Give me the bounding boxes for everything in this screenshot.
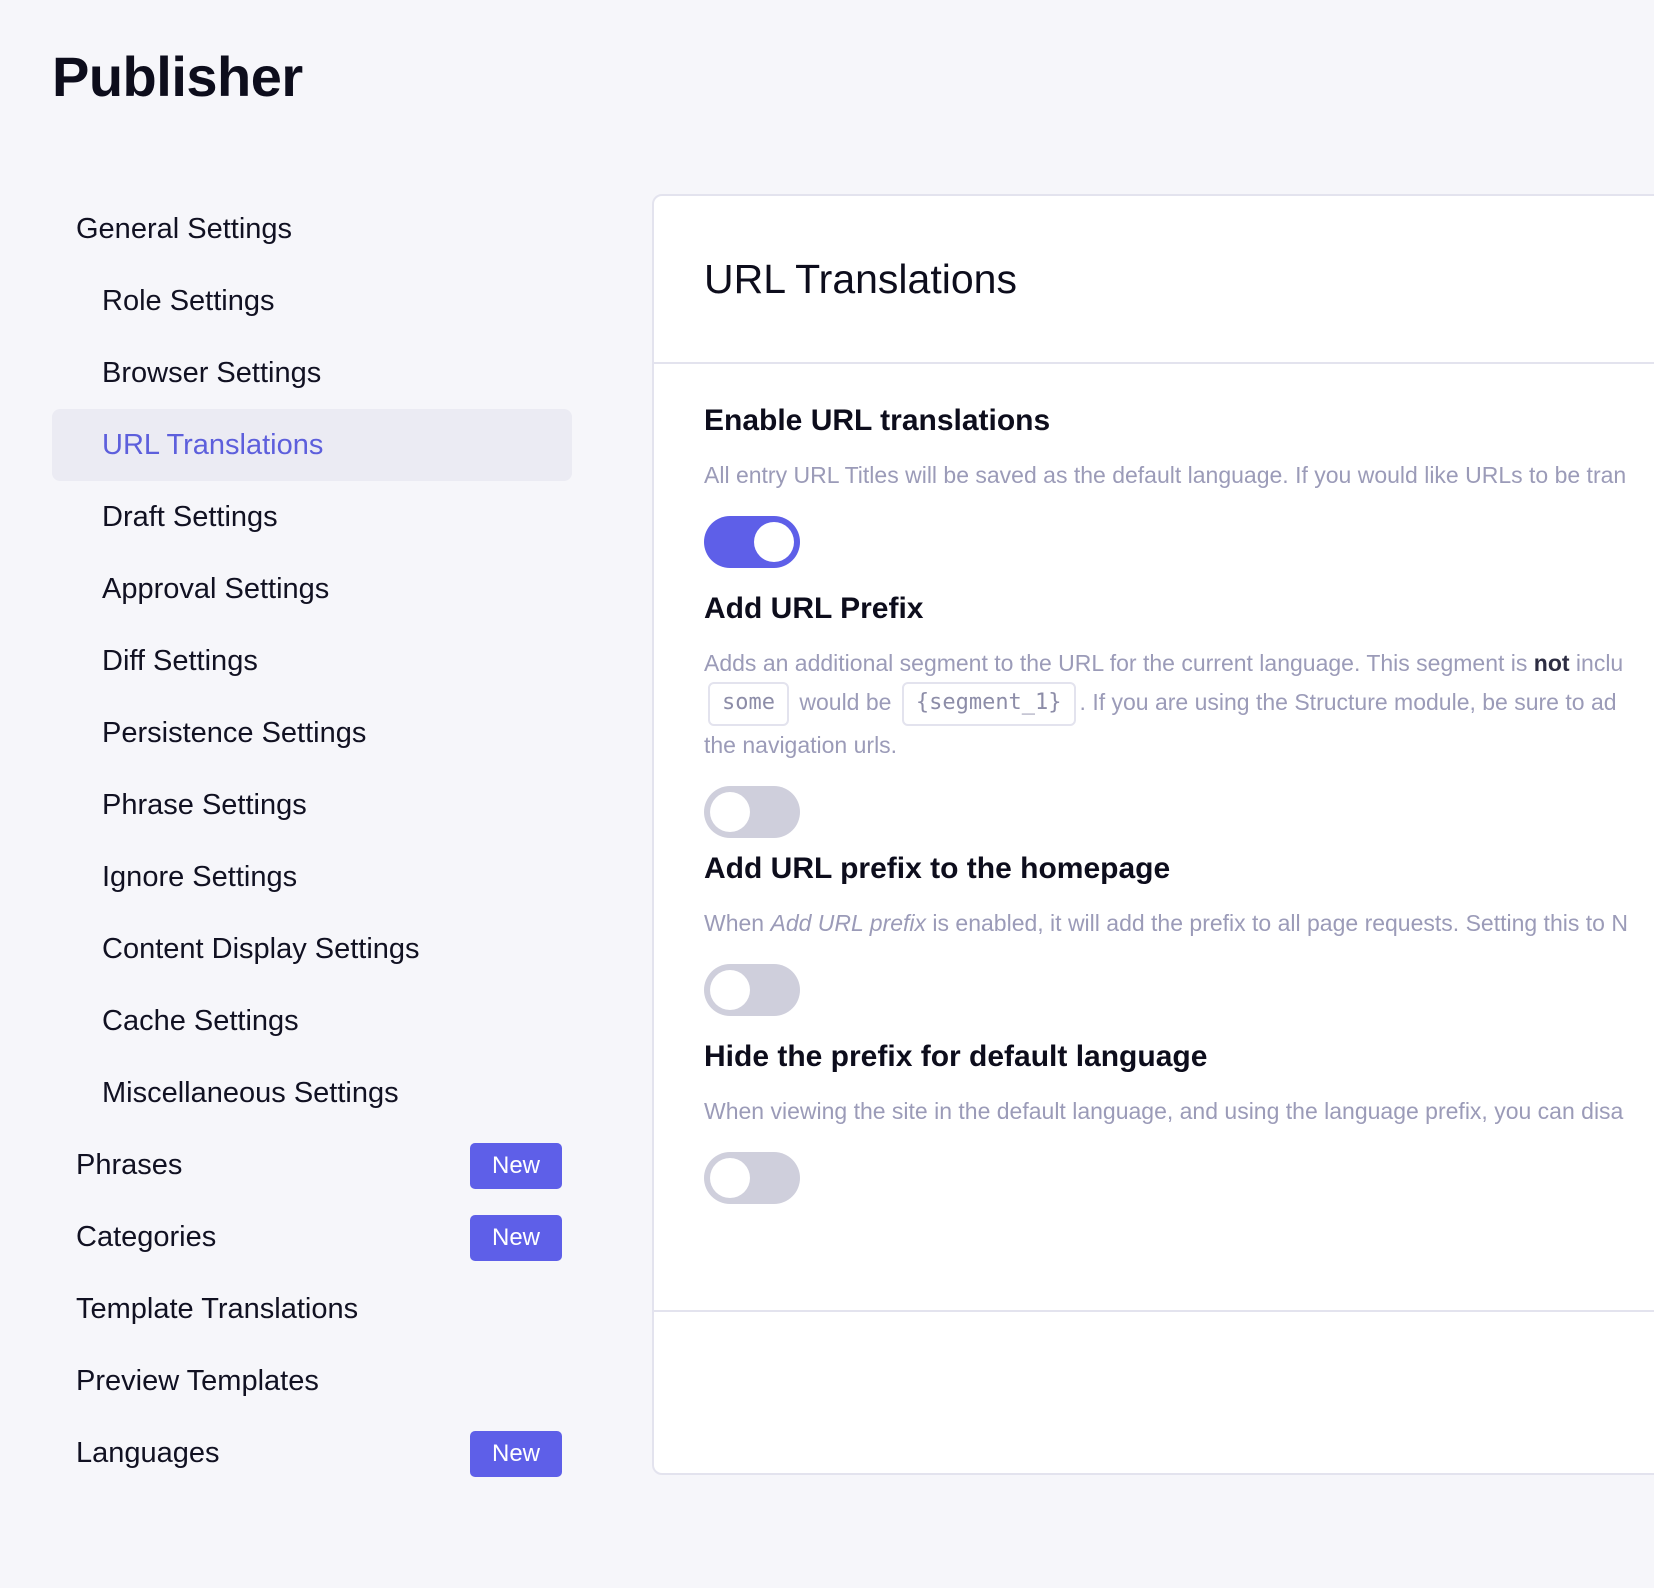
sidebar-item-general-settings[interactable]: General Settings bbox=[52, 193, 572, 265]
sidebar-item-label: Miscellaneous Settings bbox=[102, 1076, 399, 1109]
sidebar-nav: General Settings Role Settings Browser S… bbox=[52, 193, 572, 1489]
field-label: Add URL prefix to the homepage bbox=[704, 852, 1171, 885]
description-text: would be bbox=[799, 689, 892, 716]
sidebar-item-content-display-settings[interactable]: Content Display Settings bbox=[52, 913, 572, 985]
panel-header: URL Translations bbox=[654, 196, 1654, 364]
sidebar-item-preview-templates[interactable]: Preview Templates bbox=[52, 1345, 572, 1417]
new-badge: New bbox=[469, 1215, 562, 1261]
sidebar-item-persistence-settings[interactable]: Persistence Settings bbox=[52, 697, 572, 769]
hide-prefix-default-language-toggle[interactable] bbox=[704, 1152, 800, 1204]
field-add-url-prefix: Add URL Prefix Adds an additional segmen… bbox=[704, 592, 1654, 838]
sidebar-item-categories[interactable]: Categories New bbox=[52, 1201, 572, 1273]
sidebar-item-role-settings[interactable]: Role Settings bbox=[52, 265, 572, 337]
sidebar-item-languages[interactable]: Languages New bbox=[52, 1417, 572, 1489]
add-url-prefix-toggle[interactable] bbox=[704, 786, 800, 838]
field-description: All entry URL Titles will be saved as th… bbox=[704, 462, 1627, 488]
description-text: Adds an additional segment to the URL fo… bbox=[704, 650, 1534, 676]
toggle-knob bbox=[710, 792, 750, 832]
new-badge: New bbox=[469, 1431, 562, 1477]
description-text: When bbox=[704, 910, 771, 936]
field-description: When viewing the site in the default lan… bbox=[704, 1098, 1624, 1124]
sidebar-item-label: Template Translations bbox=[76, 1292, 359, 1325]
code-snippet: {segment_1} bbox=[901, 682, 1076, 726]
sidebar-item-cache-settings[interactable]: Cache Settings bbox=[52, 985, 572, 1057]
sidebar-item-draft-settings[interactable]: Draft Settings bbox=[52, 481, 572, 553]
sidebar-item-ignore-settings[interactable]: Ignore Settings bbox=[52, 841, 572, 913]
sidebar-item-phrases[interactable]: Phrases New bbox=[52, 1129, 572, 1201]
toggle-knob bbox=[710, 1158, 750, 1198]
description-italic: Add URL prefix bbox=[770, 910, 927, 936]
page: Publisher General Settings Role Settings… bbox=[0, 0, 1654, 1588]
code-snippet: some bbox=[708, 682, 789, 726]
sidebar-item-label: Browser Settings bbox=[102, 356, 322, 389]
app-title: Publisher bbox=[52, 45, 303, 108]
enable-url-translations-toggle[interactable] bbox=[704, 516, 800, 568]
sidebar-item-template-translations[interactable]: Template Translations bbox=[52, 1273, 572, 1345]
toggle-knob bbox=[754, 522, 794, 562]
sidebar-item-diff-settings[interactable]: Diff Settings bbox=[52, 625, 572, 697]
sidebar-item-label: General Settings bbox=[76, 212, 293, 245]
sidebar-item-label: Languages bbox=[76, 1436, 220, 1469]
field-description: When Add URL prefix is enabled, it will … bbox=[704, 904, 1654, 942]
description-text: is enabled, it will add the prefix to al… bbox=[926, 910, 1628, 936]
description-text: . If you are using the Structure module,… bbox=[1079, 689, 1617, 716]
field-label: Add URL Prefix bbox=[704, 592, 924, 625]
field-label: Enable URL translations bbox=[704, 404, 1051, 437]
panel-footer bbox=[654, 1310, 1654, 1312]
description-text: the navigation urls. bbox=[704, 732, 898, 758]
sidebar-item-label: Ignore Settings bbox=[102, 860, 298, 893]
sidebar-item-label: URL Translations bbox=[102, 428, 324, 461]
new-badge: New bbox=[469, 1143, 562, 1189]
description-text: inclu bbox=[1569, 650, 1624, 676]
sidebar-item-phrase-settings[interactable]: Phrase Settings bbox=[52, 769, 572, 841]
sidebar-item-url-translations[interactable]: URL Translations bbox=[52, 409, 572, 481]
settings-panel: URL Translations Enable URL translations… bbox=[652, 194, 1654, 1475]
description-bold: not bbox=[1533, 650, 1570, 676]
sidebar-item-label: Draft Settings bbox=[102, 500, 278, 533]
panel-title: URL Translations bbox=[704, 256, 1017, 302]
sidebar-item-label: Approval Settings bbox=[102, 572, 330, 605]
sidebar-item-label: Persistence Settings bbox=[102, 716, 367, 749]
sidebar-item-label: Cache Settings bbox=[102, 1004, 299, 1037]
field-enable-url-translations: Enable URL translations All entry URL Ti… bbox=[704, 404, 1654, 568]
toggle-knob bbox=[710, 970, 750, 1010]
field-add-url-prefix-homepage: Add URL prefix to the homepage When Add … bbox=[704, 852, 1654, 1016]
sidebar-item-browser-settings[interactable]: Browser Settings bbox=[52, 337, 572, 409]
add-url-prefix-homepage-toggle[interactable] bbox=[704, 964, 800, 1016]
field-description: Adds an additional segment to the URL fo… bbox=[704, 644, 1654, 764]
sidebar-item-approval-settings[interactable]: Approval Settings bbox=[52, 553, 572, 625]
sidebar-item-label: Preview Templates bbox=[76, 1364, 319, 1397]
sidebar-item-label: Phrase Settings bbox=[102, 788, 307, 821]
sidebar-item-label: Role Settings bbox=[102, 284, 275, 317]
field-label: Hide the prefix for default language bbox=[704, 1040, 1208, 1073]
sidebar-item-label: Phrases bbox=[76, 1148, 183, 1181]
sidebar-item-label: Categories bbox=[76, 1220, 217, 1253]
field-hide-prefix-default-language: Hide the prefix for default language Whe… bbox=[704, 1040, 1654, 1204]
sidebar-item-miscellaneous-settings[interactable]: Miscellaneous Settings bbox=[52, 1057, 572, 1129]
sidebar-item-label: Diff Settings bbox=[102, 644, 258, 677]
sidebar-item-label: Content Display Settings bbox=[102, 932, 420, 965]
